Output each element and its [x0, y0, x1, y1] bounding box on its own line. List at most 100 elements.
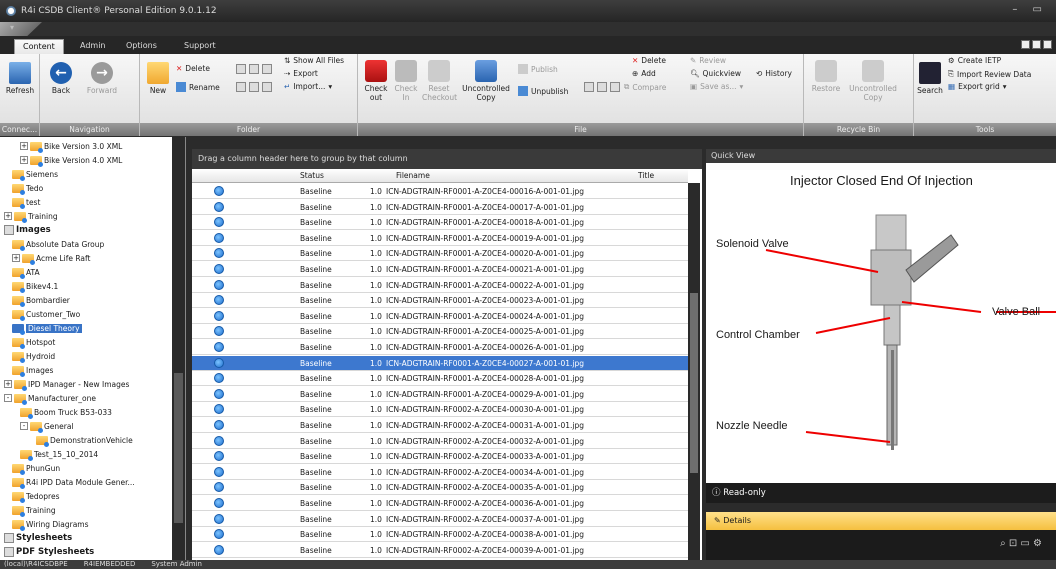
- grid-scrollbar-thumb[interactable]: [690, 293, 698, 473]
- tree-item[interactable]: R4i IPD Data Module Gener...: [12, 475, 135, 489]
- reset-checkout-button[interactable]: Reset Checkout: [422, 60, 457, 102]
- tree-item[interactable]: + Acme Life Raft: [12, 251, 90, 265]
- tree-item[interactable]: Absolute Data Group: [12, 237, 104, 251]
- table-row[interactable]: Baseline 1.0 ICN-ADGTRAIN-RF0001-A-Z0CE4-0…: [192, 231, 688, 246]
- tree-item[interactable]: + Bike Version 4.0 XML: [20, 153, 122, 167]
- tree-item[interactable]: Training: [12, 503, 56, 517]
- create-ietp-button[interactable]: ⚙ Create IETP: [948, 56, 1001, 65]
- export-button[interactable]: ⇢ Export: [284, 69, 318, 78]
- expander-icon[interactable]: -: [20, 422, 28, 430]
- tree-item[interactable]: - Manufacturer_one: [4, 391, 96, 405]
- tree-item[interactable]: PDF Stylesheets: [4, 545, 94, 559]
- restore-button[interactable]: Restore: [808, 60, 844, 93]
- expander-icon[interactable]: +: [4, 380, 12, 388]
- column-filename[interactable]: Filename: [396, 171, 430, 180]
- table-row[interactable]: Baseline 1.0 ICN-ADGTRAIN-RF0002-A-Z0CE4-0…: [192, 402, 688, 418]
- table-row[interactable]: Baseline 1.0 ICN-ADGTRAIN-RF0001-A-Z0CE4-0…: [192, 278, 688, 293]
- grid-scrollbar[interactable]: [688, 183, 700, 560]
- tree-item[interactable]: + IPD Manager - New Images: [4, 377, 129, 391]
- save-as-button[interactable]: ▣ Save as... ▾: [690, 82, 743, 91]
- import-button[interactable]: ↵ Import... ▾: [284, 82, 332, 91]
- table-row[interactable]: Baseline 1.0 ICN-ADGTRAIN-RF0002-A-Z0CE4-0…: [192, 543, 688, 558]
- tree-item[interactable]: DemonstrationVehicle: [36, 433, 133, 447]
- tree-item[interactable]: Siemens: [12, 167, 58, 181]
- tree-item[interactable]: PhunGun: [12, 461, 60, 475]
- search-button[interactable]: Search: [916, 62, 944, 95]
- table-row[interactable]: Baseline 1.0 ICN-ADGTRAIN-RF0002-A-Z0CE4-0…: [192, 434, 688, 449]
- table-row[interactable]: Baseline 1.0 ICN-ADGTRAIN-RF0002-A-Z0CE4-0…: [192, 418, 688, 433]
- details-tab[interactable]: ✎ Details: [706, 512, 1056, 530]
- expander-icon[interactable]: +: [20, 156, 28, 164]
- view-icon-c[interactable]: [262, 82, 272, 92]
- expander-icon[interactable]: +: [4, 212, 12, 220]
- qat-dropdown-icon[interactable]: ▾: [10, 23, 14, 32]
- export-grid-button[interactable]: ▦ Export grid ▾: [948, 82, 1006, 91]
- column-title[interactable]: Title: [638, 171, 654, 180]
- tree-item[interactable]: Boom Truck B53-033: [20, 405, 112, 419]
- rename-button[interactable]: Rename: [176, 82, 220, 92]
- tree-item[interactable]: + Bike Version 3.0 XML: [20, 139, 122, 153]
- tree-item[interactable]: Bikev4.1: [12, 279, 58, 293]
- table-row[interactable]: Baseline 1.0 ICN-ADGTRAIN-RF0001-A-Z0CE4-0…: [192, 293, 688, 309]
- tree-item[interactable]: Customer_Two: [12, 307, 80, 321]
- column-status[interactable]: Status: [300, 171, 324, 180]
- tree-item[interactable]: + Training: [4, 209, 58, 223]
- group-by-hint[interactable]: Drag a column header here to group by th…: [192, 149, 702, 169]
- table-row[interactable]: Baseline 1.0 ICN-ADGTRAIN-RF0001-A-Z0CE4-0…: [192, 200, 688, 215]
- table-row[interactable]: Baseline 1.0 ICN-ADGTRAIN-RF0001-A-Z0CE4-0…: [192, 340, 688, 355]
- tree-item[interactable]: Images: [12, 363, 53, 377]
- table-row[interactable]: Baseline 1.0 ICN-ADGTRAIN-RF0002-A-Z0CE4-0…: [192, 449, 688, 465]
- paste-icon[interactable]: [262, 64, 272, 74]
- file-paste-icon[interactable]: [610, 82, 620, 92]
- recycle-uncontrolled-copy-button[interactable]: Uncontrolled Copy: [848, 60, 898, 102]
- tree-item[interactable]: Stylesheets: [4, 531, 72, 545]
- table-row[interactable]: Baseline 1.0 ICN-ADGTRAIN-RF0002-A-Z0CE4-0…: [192, 465, 688, 480]
- check-in-button[interactable]: Check In: [392, 60, 420, 102]
- table-row[interactable]: Baseline 1.0 ICN-ADGTRAIN-RF0001-A-Z0CE4-0…: [192, 262, 688, 277]
- ribbon-options-icon[interactable]: [1043, 40, 1052, 49]
- tree-item[interactable]: Hydroid: [12, 349, 55, 363]
- add-button[interactable]: ⊕ Add: [632, 69, 656, 78]
- table-row[interactable]: Baseline 1.0 ICN-ADGTRAIN-RF0001-A-Z0CE4-0…: [192, 246, 688, 262]
- zoom-icons[interactable]: ⌕ ⊡ ▭ ⚙: [1000, 538, 1042, 549]
- tree-item[interactable]: Diesel Theory: [12, 321, 82, 335]
- new-button[interactable]: New: [144, 62, 172, 95]
- table-row[interactable]: Baseline 1.0 ICN-ADGTRAIN-RF0001-A-Z0CE4-0…: [192, 215, 688, 231]
- publish-button[interactable]: Publish: [518, 64, 558, 74]
- show-all-files-button[interactable]: ⇅ Show All Files: [284, 56, 344, 65]
- forward-button[interactable]: → Forward: [82, 62, 122, 95]
- tree-item[interactable]: Bombardier: [12, 293, 70, 307]
- import-review-data-button[interactable]: ⎘ Import Review Data: [948, 69, 1031, 79]
- history-button[interactable]: ⟲ History: [756, 69, 792, 78]
- cut-icon[interactable]: [236, 64, 246, 74]
- tab-admin[interactable]: Admin: [72, 39, 114, 54]
- panel-splitter[interactable]: [706, 503, 1056, 512]
- table-row[interactable]: Baseline 1.0 ICN-ADGTRAIN-RF0001-A-Z0CE4-0…: [192, 355, 688, 371]
- file-cut-icon[interactable]: [584, 82, 594, 92]
- tree-item[interactable]: Test_15_10_2014: [20, 447, 98, 461]
- back-button[interactable]: ← Back: [44, 62, 78, 95]
- copy-icon[interactable]: [249, 64, 259, 74]
- delete-folder-button[interactable]: ✕ Delete: [176, 64, 210, 73]
- expander-icon[interactable]: -: [4, 394, 12, 402]
- quickview-button[interactable]: 🔍︎ Quickview: [690, 69, 741, 78]
- view-icon-a[interactable]: [236, 82, 246, 92]
- expander-icon[interactable]: +: [20, 142, 28, 150]
- refresh-button[interactable]: Refresh: [3, 62, 37, 95]
- tab-content[interactable]: Content: [14, 39, 64, 54]
- review-button[interactable]: ✎ Review: [690, 56, 726, 65]
- file-copy-icon[interactable]: [597, 82, 607, 92]
- table-row[interactable]: Baseline 1.0 ICN-ADGTRAIN-RF0002-A-Z0CE4-0…: [192, 480, 688, 496]
- check-out-button[interactable]: Check out: [362, 60, 390, 102]
- compare-button[interactable]: ⧉ Compare: [624, 82, 666, 92]
- tree-item[interactable]: Hotspot: [12, 335, 55, 349]
- tree-scrollbar-thumb[interactable]: [174, 373, 183, 523]
- view-icon-b[interactable]: [249, 82, 259, 92]
- ribbon-help-icon[interactable]: [1032, 40, 1041, 49]
- table-row[interactable]: Baseline 1.0 ICN-ADGTRAIN-RF0001-A-Z0CE4-0…: [192, 309, 688, 324]
- unpublish-button[interactable]: Unpublish: [518, 86, 568, 96]
- table-row[interactable]: Baseline 1.0 ICN-ADGTRAIN-RF0002-A-Z0CE4-0…: [192, 496, 688, 511]
- readonly-tab[interactable]: ⓘ Read-only: [706, 483, 1056, 503]
- tab-support[interactable]: Support: [176, 39, 224, 54]
- tree-item[interactable]: Tedopres: [12, 489, 59, 503]
